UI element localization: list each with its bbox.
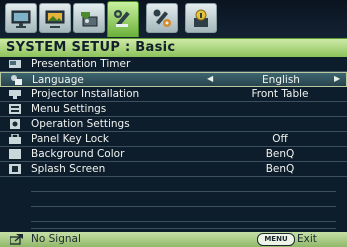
splash-screen-icon	[9, 164, 21, 174]
menu-icon	[9, 104, 21, 114]
language-value[interactable]: English	[233, 74, 329, 86]
row-label: Projector Installation	[31, 88, 140, 100]
exit-label[interactable]: Exit	[297, 233, 317, 245]
info-icon	[194, 9, 208, 27]
row-menu-settings[interactable]: Menu Settings	[0, 102, 347, 117]
input-signal-icon	[10, 234, 23, 245]
row-label: Panel Key Lock	[31, 133, 109, 145]
row-background-color[interactable]: Background Color BenQ	[0, 147, 347, 162]
arrow-right-icon[interactable]: ▶	[334, 74, 340, 83]
timer-icon	[9, 60, 21, 68]
status-bar: No Signal MENU Exit	[0, 232, 347, 247]
background-color-icon	[9, 149, 21, 159]
menu-header: SYSTEM SETUP : Basic	[0, 38, 347, 57]
row-label: Background Color	[31, 148, 125, 160]
tab-system-setup-advanced[interactable]	[146, 3, 178, 33]
signal-status: No Signal	[31, 233, 81, 245]
empty-row-divider	[31, 228, 336, 229]
row-label: Menu Settings	[31, 103, 107, 115]
row-operation-settings[interactable]: Operation Settings	[0, 117, 347, 132]
row-language[interactable]: Language ◀ English ▶	[0, 72, 347, 87]
splash-screen-value: BenQ	[265, 163, 295, 175]
advanced-settings-icon	[153, 9, 171, 27]
tab-information[interactable]	[185, 3, 217, 33]
background-color-value: BenQ	[265, 148, 295, 160]
monitor-icon	[11, 10, 31, 28]
language-icon	[11, 75, 22, 85]
projector-osd-menu: SYSTEM SETUP : Basic Presentation Timer …	[0, 0, 347, 247]
projector-icon	[9, 90, 21, 99]
row-splash-screen[interactable]: Splash Screen BenQ	[0, 162, 347, 177]
wrench-icon	[114, 10, 130, 27]
empty-row-divider	[31, 206, 336, 207]
source-icon	[81, 12, 98, 27]
tab-picture[interactable]	[39, 3, 71, 33]
empty-row-divider	[31, 191, 336, 192]
row-panel-key-lock[interactable]: Panel Key Lock Off	[0, 132, 347, 147]
projector-installation-value: Front Table	[251, 88, 309, 100]
tab-system-setup-basic[interactable]	[107, 1, 139, 37]
row-projector-installation[interactable]: Projector Installation Front Table	[0, 87, 347, 102]
row-label: Language	[32, 74, 84, 86]
operation-icon	[10, 119, 20, 129]
lock-icon	[9, 134, 21, 144]
arrow-left-icon[interactable]: ◀	[207, 74, 213, 83]
row-label: Operation Settings	[31, 118, 130, 130]
panel-key-lock-value: Off	[272, 133, 288, 145]
picture-icon	[45, 10, 65, 28]
row-presentation-timer[interactable]: Presentation Timer	[0, 57, 347, 72]
menu-tab-bar	[0, 0, 347, 38]
menu-key-badge[interactable]: MENU	[257, 233, 295, 246]
row-label: Splash Screen	[31, 163, 106, 175]
row-label: Presentation Timer	[31, 58, 131, 70]
tab-source[interactable]	[73, 3, 105, 33]
page-title: SYSTEM SETUP : Basic	[6, 40, 176, 55]
tab-display[interactable]	[5, 3, 37, 33]
empty-row-divider	[31, 221, 336, 222]
